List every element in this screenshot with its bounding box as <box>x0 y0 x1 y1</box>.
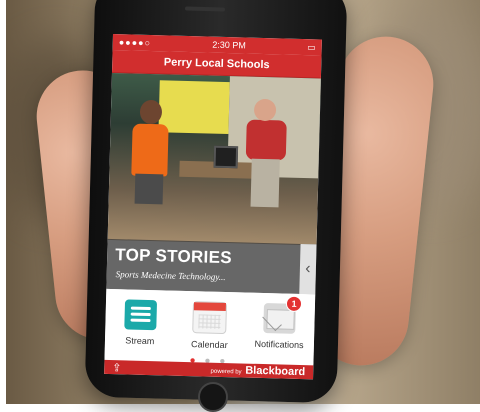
top-stories-subtitle: Sports Medecine Technology... <box>115 269 226 283</box>
stream-button[interactable]: Stream <box>110 299 171 347</box>
notification-badge: 1 <box>285 295 303 313</box>
notifications-icon: 1 <box>263 295 303 334</box>
calendar-button[interactable]: Calendar <box>179 301 240 351</box>
teacher-legs <box>250 158 280 208</box>
share-icon[interactable]: ⇪ <box>112 361 122 374</box>
top-stories-banner[interactable]: TOP STORIES Sports Medecine Technology..… <box>106 238 317 295</box>
home-button[interactable] <box>198 382 228 412</box>
signal-indicator: ●●●●○ <box>118 37 152 48</box>
chevron-left-icon[interactable]: ‹ <box>299 243 317 295</box>
blackboard-brand: Blackboard <box>245 364 306 379</box>
top-stories-title: TOP STORIES <box>114 245 233 268</box>
battery-icon: ▭ <box>307 41 316 52</box>
student-legs <box>134 173 164 205</box>
student-figure <box>131 123 169 177</box>
notifications-button[interactable]: 1 Notifications <box>249 295 310 351</box>
page-title: Perry Local Schools <box>163 56 270 72</box>
calendar-label: Calendar <box>190 339 228 351</box>
calendar-icon <box>192 301 228 335</box>
notifications-label: Notifications <box>254 338 304 351</box>
stream-label: Stream <box>125 335 155 347</box>
computer-monitor <box>213 145 239 169</box>
status-time: 2:30 PM <box>212 39 246 51</box>
hero-photo[interactable] <box>107 72 321 246</box>
phone-screen: ●●●●○ 2:30 PM ▭ Perry Local Schools TOP … <box>104 34 322 380</box>
teacher-figure <box>245 119 287 161</box>
classroom-board <box>158 80 230 135</box>
stream-icon <box>124 299 157 331</box>
powered-by-label: powered by <box>210 368 242 376</box>
powered-by-text: powered by Blackboard <box>210 364 306 379</box>
